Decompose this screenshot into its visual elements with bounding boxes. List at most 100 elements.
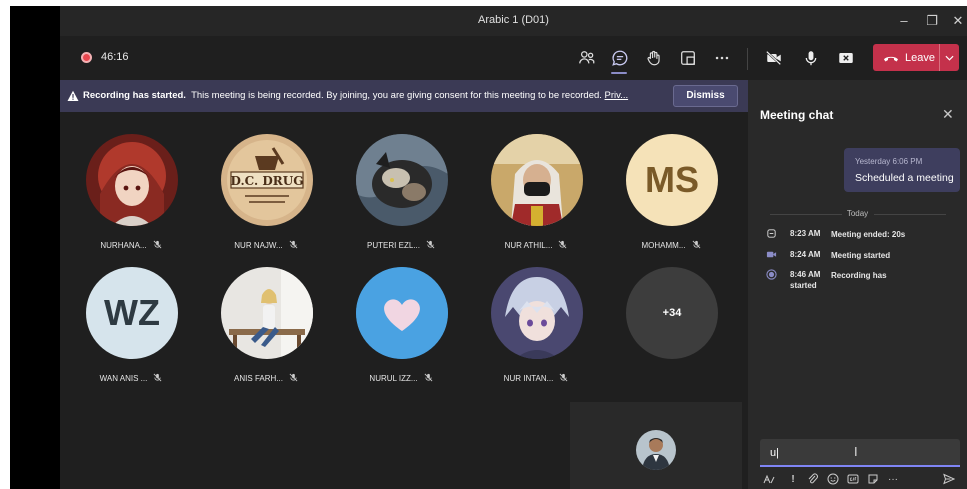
participant-tile[interactable]: WZ WAN ANIS ... xyxy=(76,267,186,387)
avatar xyxy=(491,134,583,226)
participant-name: NUR INTAN... xyxy=(481,373,591,383)
message-text: Scheduled a meeting xyxy=(855,172,954,184)
anime-boy-avatar-icon xyxy=(491,267,583,359)
more-dots-icon xyxy=(715,56,729,60)
participant-name: PUTERI EZL... xyxy=(346,240,456,250)
chat-icon xyxy=(612,50,628,66)
message-timestamp: Yesterday 6:06 PM xyxy=(855,157,923,166)
privacy-link[interactable]: Priv... xyxy=(605,90,629,101)
emoji-button[interactable] xyxy=(826,472,840,486)
participant-name: NUR ATHIL... xyxy=(481,240,591,250)
format-button[interactable] xyxy=(762,472,776,486)
chat-button[interactable] xyxy=(610,48,630,68)
man-suit-avatar-icon xyxy=(636,430,676,470)
mic-off-icon xyxy=(559,240,567,249)
more-dots-icon: ··· xyxy=(888,473,898,485)
participant-name: NUR NAJW... xyxy=(211,240,321,250)
stop-share-icon xyxy=(839,53,853,63)
compose-toolbar: ! ··· xyxy=(762,472,962,486)
reactions-button[interactable] xyxy=(644,48,664,68)
mic-off-icon xyxy=(559,373,568,382)
camera-toggle-button[interactable] xyxy=(764,48,784,68)
exclamation-icon: ! xyxy=(791,473,795,485)
participant-name: NURUL IZZ... xyxy=(346,373,456,383)
avatar xyxy=(356,134,448,226)
avatar xyxy=(491,267,583,359)
self-avatar xyxy=(636,430,676,470)
teams-window: Arabic 1 (D01) – ❐ ✕ 46:16 Leave Recordi… xyxy=(60,6,967,489)
participant-tile[interactable]: D.C. DRUG NUR NAJW... xyxy=(211,134,321,254)
woman-bench-avatar-icon xyxy=(221,267,313,359)
recording-bold-text: Recording has started. xyxy=(83,90,186,101)
gif-icon xyxy=(847,474,859,484)
chat-compose-input[interactable]: u| I xyxy=(760,439,960,467)
warning-icon xyxy=(67,90,79,101)
screen: Arabic 1 (D01) – ❐ ✕ 46:16 Leave Recordi… xyxy=(0,0,967,489)
chat-panel-title: Meeting chat xyxy=(760,108,834,122)
participant-name: ANIS FARH... xyxy=(211,373,321,383)
participant-name: MOHAMM... xyxy=(616,240,726,250)
participant-tile[interactable]: NURUL IZZ... xyxy=(346,267,456,387)
mic-off-icon xyxy=(289,373,298,382)
hand-icon xyxy=(647,50,660,66)
toolbar-separator xyxy=(747,48,748,70)
mic-off-icon xyxy=(692,240,700,249)
record-icon xyxy=(766,269,777,280)
chat-message[interactable]: Yesterday 6:06 PM Scheduled a meeting xyxy=(844,148,960,192)
close-chat-button[interactable]: ✕ xyxy=(942,106,954,123)
participant-name: NURHANA... xyxy=(76,240,186,250)
more-options-button[interactable]: ··· xyxy=(886,472,900,486)
paperclip-icon xyxy=(808,473,818,484)
chat-active-indicator xyxy=(611,72,627,74)
video-icon xyxy=(766,251,777,258)
avatar xyxy=(356,267,448,359)
more-participants-button[interactable]: +34 xyxy=(626,267,718,359)
restore-button[interactable]: ❐ xyxy=(922,11,942,31)
close-window-button[interactable]: ✕ xyxy=(948,11,967,31)
leave-button[interactable]: Leave xyxy=(873,44,959,71)
important-button[interactable]: ! xyxy=(786,472,800,486)
left-black-bar xyxy=(10,6,60,489)
minimize-button[interactable]: – xyxy=(894,11,914,31)
recording-consent-text: This meeting is being recorded. By joini… xyxy=(191,90,602,101)
mic-off-icon xyxy=(153,373,162,382)
participant-tile[interactable]: MS MOHAMM... xyxy=(616,134,726,254)
sticker-button[interactable] xyxy=(866,472,880,486)
share-button[interactable] xyxy=(836,48,856,68)
hang-up-icon xyxy=(884,56,898,61)
avatar: D.C. DRUG xyxy=(221,134,313,226)
rooms-button[interactable] xyxy=(678,48,698,68)
participants-button[interactable] xyxy=(577,48,597,68)
people-icon xyxy=(579,51,595,64)
compose-value: u| xyxy=(770,447,779,459)
leave-label: Leave xyxy=(905,51,935,64)
participant-tile[interactable]: NURHANA... xyxy=(76,134,186,254)
dc-drug-logo-icon: D.C. DRUG xyxy=(221,134,313,226)
attach-button[interactable] xyxy=(806,472,820,486)
title-bar: Arabic 1 (D01) – ❐ ✕ xyxy=(60,6,967,36)
send-button[interactable] xyxy=(942,472,956,486)
chevron-down-icon xyxy=(945,55,954,61)
participant-tile[interactable]: ANIS FARH... xyxy=(211,267,321,387)
camera-off-icon xyxy=(766,50,782,66)
send-icon xyxy=(943,473,955,485)
meeting-chat-panel: Meeting chat ✕ Yesterday 6:06 PM Schedul… xyxy=(748,80,967,489)
recording-indicator-icon xyxy=(81,52,92,63)
window-title: Arabic 1 (D01) xyxy=(478,14,549,26)
participants-stage: NURHANA... D.C. DRUG NUR NAJW... PUTERI … xyxy=(60,112,748,489)
gif-button[interactable] xyxy=(846,472,860,486)
participant-tile[interactable]: PUTERI EZL... xyxy=(346,134,456,254)
mic-off-icon xyxy=(424,373,432,382)
participant-tile[interactable]: NUR ATHIL... xyxy=(481,134,591,254)
anime-girl-avatar-icon xyxy=(86,134,178,226)
self-view[interactable] xyxy=(570,402,742,489)
participant-tile[interactable]: NUR INTAN... xyxy=(481,267,591,387)
emoji-icon xyxy=(827,473,839,485)
mic-toggle-button[interactable] xyxy=(801,48,821,68)
dismiss-button[interactable]: Dismiss xyxy=(673,85,738,107)
avatar: MS xyxy=(626,134,718,226)
leave-options-button[interactable] xyxy=(939,44,959,71)
today-divider: Today xyxy=(846,209,869,218)
heart-cloud-avatar-icon xyxy=(356,267,448,359)
more-actions-button[interactable] xyxy=(712,48,732,68)
